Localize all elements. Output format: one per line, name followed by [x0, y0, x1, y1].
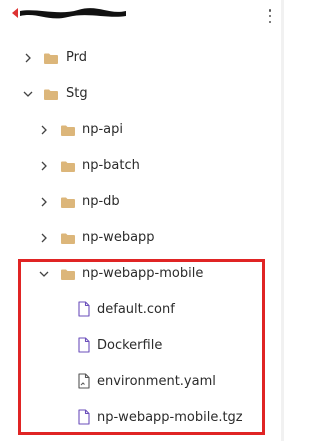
tree-item-label: np-webapp-mobile.tgz	[97, 410, 243, 425]
more-options-button[interactable]	[264, 8, 276, 24]
tree-item-label: Prd	[66, 50, 87, 65]
file-icon	[78, 337, 90, 353]
tree-item-np-batch[interactable]: np-batch	[0, 148, 284, 184]
chevron-right-icon[interactable]	[38, 196, 50, 208]
tree-item-default-conf[interactable]: default.conf	[0, 292, 284, 328]
chevron-right-icon[interactable]	[38, 160, 50, 172]
tree-item-np-webapp[interactable]: np-webapp	[0, 220, 284, 256]
file-modified-icon	[78, 373, 90, 389]
tree-item-label: np-batch	[82, 158, 140, 173]
chevron-down-icon[interactable]	[22, 88, 34, 100]
folder-icon	[61, 233, 75, 244]
tree-item-np-webapp-mobile[interactable]: np-webapp-mobile	[0, 256, 284, 292]
file-icon	[78, 409, 90, 425]
tree-item-dockerfile[interactable]: Dockerfile	[0, 328, 284, 364]
tree-item-environment-yaml[interactable]: environment.yaml	[0, 364, 284, 400]
tree-item-stg[interactable]: Stg	[0, 76, 284, 112]
chevron-right-icon[interactable]	[22, 52, 34, 64]
tree-item-label: default.conf	[97, 302, 175, 317]
repo-header	[0, 0, 284, 32]
folder-icon	[44, 89, 58, 100]
tree-item-label: np-api	[82, 122, 124, 137]
tree-item-label: environment.yaml	[97, 374, 216, 389]
tree-item-label: np-db	[82, 194, 120, 209]
tree-item-np-webapp-mobile-tgz[interactable]: np-webapp-mobile.tgz	[0, 400, 284, 436]
file-icon	[78, 301, 90, 317]
folder-icon	[44, 53, 58, 64]
scrollbar-track[interactable]	[281, 0, 284, 441]
tree-item-label: np-webapp	[82, 230, 155, 245]
dot	[268, 14, 272, 18]
redacted-title	[12, 8, 126, 19]
dot	[268, 9, 272, 12]
folder-icon	[61, 125, 75, 136]
chevron-right-icon[interactable]	[38, 232, 50, 244]
chevron-down-icon[interactable]	[38, 268, 50, 280]
folder-icon	[61, 269, 75, 280]
dot	[268, 20, 272, 23]
tree-item-label: Dockerfile	[97, 338, 163, 353]
tree-item-label: Stg	[66, 86, 88, 101]
tree-item-np-db[interactable]: np-db	[0, 184, 284, 220]
tree-item-prd[interactable]: Prd	[0, 40, 284, 76]
folder-icon	[61, 197, 75, 208]
folder-icon	[61, 161, 75, 172]
chevron-right-icon[interactable]	[38, 124, 50, 136]
tree-item-np-api[interactable]: np-api	[0, 112, 284, 148]
tree-item-label: np-webapp-mobile	[82, 266, 204, 281]
